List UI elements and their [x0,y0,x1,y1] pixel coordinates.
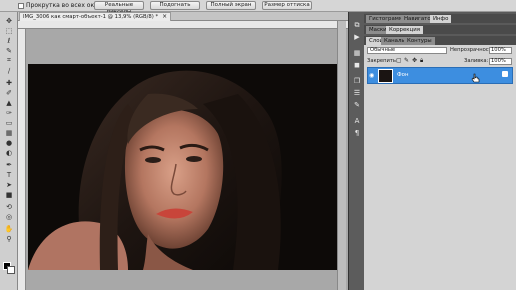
lasso-tool-icon[interactable]: ℓ [3,36,15,45]
lock-all-icon[interactable]: 🔒︎ [420,57,423,65]
vertical-ruler [18,29,26,290]
clone-stamp-tool-icon[interactable]: ▲ [3,98,15,107]
lock-label: Закрепить: [367,58,398,64]
right-panels: Гистограмма Навигатор Инфо Маски Коррекц… [364,12,516,290]
tab-adjustments[interactable]: Коррекция [386,26,423,34]
pen-tool-icon[interactable]: ✒ [3,160,15,169]
eraser-tool-icon[interactable]: ▭ [3,118,15,127]
document-tab-bar: IMG_3006 как смарт-объект-1 @ 13,9% (RGB… [18,12,348,21]
fill-label: Заливка: [464,58,489,64]
styles-panel-icon[interactable]: ◼ [351,60,363,70]
lock-transparent-icon[interactable]: ▢ [396,57,402,65]
layer-row-background[interactable]: ◉ Фон [367,67,513,84]
horizontal-ruler [18,21,348,29]
shape-tool-icon[interactable]: ■ [3,190,15,199]
scroll-all-checkbox[interactable] [18,2,24,9]
blur-tool-icon[interactable]: ● [3,138,15,147]
visibility-eye-icon[interactable]: ◉ [369,72,375,80]
background-color-swatch[interactable] [7,266,15,274]
close-icon[interactable]: × [162,13,167,21]
swatches-panel-icon[interactable]: ▦ [351,48,363,58]
document-area: IMG_3006 как смарт-объект-1 @ 13,9% (RGB… [18,12,348,290]
vertical-scrollbar[interactable] [337,21,346,290]
paths-panel-icon[interactable]: ✎ [351,100,363,110]
path-select-tool-icon[interactable]: ➤ [3,180,15,189]
gradient-tool-icon[interactable]: ▦ [3,128,15,137]
actual-pixels-button[interactable]: Реальные пикселы [94,1,144,15]
layers-panel-tabs: Слои Каналы Контуры [364,36,516,45]
3d-rotate-tool-icon[interactable]: ⟲ [3,202,15,211]
fill-screen-button[interactable]: Полный экран [206,1,256,10]
panel-dock: ⧉ ▶ ▦ ◼ ❐ ☰ ✎ A ¶ [348,12,364,290]
adjustments-panel-tabs: Маски Коррекция [364,25,516,34]
marquee-tool-icon[interactable]: ⬚ [3,26,15,35]
history-brush-tool-icon[interactable]: ✑ [3,108,15,117]
3d-camera-tool-icon[interactable]: ◎ [3,212,15,221]
layer-thumbnail [378,69,393,83]
layers-panel: Обычные Непрозрачность: 100% Закрепить: … [364,45,516,290]
fill-field[interactable]: 100% [489,58,512,65]
info-panel-tabs: Гистограмма Навигатор Инфо [364,14,516,23]
lock-position-icon[interactable]: ✥ [412,57,417,65]
hand-tool-icon[interactable]: ✋ [3,224,15,233]
zoom-tool-icon[interactable]: ⚲ [3,234,15,243]
dodge-tool-icon[interactable]: ◐ [3,148,15,157]
tab-paths[interactable]: Контуры [404,37,435,45]
lock-pixels-icon[interactable]: ✎ [404,57,409,65]
image-canvas[interactable] [28,64,338,270]
options-bar: Прокрутка во всех окнах Реальные пикселы… [0,0,516,15]
type-tool-icon[interactable]: T [3,170,15,179]
print-size-button[interactable]: Размер оттиска [262,1,312,10]
document-tab[interactable]: IMG_3006 как смарт-объект-1 @ 13,9% (RGB… [19,12,172,21]
actions-panel-icon[interactable]: ▶ [351,32,363,42]
hand-cursor-icon [471,73,480,83]
move-tool-icon[interactable]: ✥ [3,16,15,25]
eyedropper-tool-icon[interactable]: ∕ [3,66,15,75]
healing-brush-tool-icon[interactable]: ✚ [3,78,15,87]
blend-mode-select[interactable]: Обычные [367,47,447,54]
history-panel-icon[interactable]: ⧉ [351,20,363,30]
brush-tool-icon[interactable]: ✐ [3,88,15,97]
quick-select-tool-icon[interactable]: ✎ [3,46,15,55]
fit-screen-button[interactable]: Подогнать [150,1,200,10]
crop-tool-icon[interactable]: ⌗ [3,56,15,65]
portrait-photo [28,64,338,270]
opacity-field[interactable]: 100% [489,47,512,54]
scroll-all-windows-option[interactable]: Прокрутка во всех окнах [18,2,105,9]
paragraph-panel-icon[interactable]: ¶ [351,128,363,138]
tools-panel: ✥ ⬚ ℓ ✎ ⌗ ∕ ✚ ✐ ▲ ✑ ▭ ▦ ● ◐ ✒ T ➤ ■ ⟲ ◎ … [0,12,18,290]
character-panel-icon[interactable]: A [351,116,363,126]
layer-name: Фон [397,72,409,78]
channels-panel-icon[interactable]: ☰ [351,88,363,98]
layer-lock-icon [502,71,508,77]
document-tab-title: IMG_3006 как смарт-объект-1 @ 13,9% (RGB… [23,14,159,20]
layers-panel-icon[interactable]: ❐ [351,76,363,86]
tab-info[interactable]: Инфо [430,15,452,23]
